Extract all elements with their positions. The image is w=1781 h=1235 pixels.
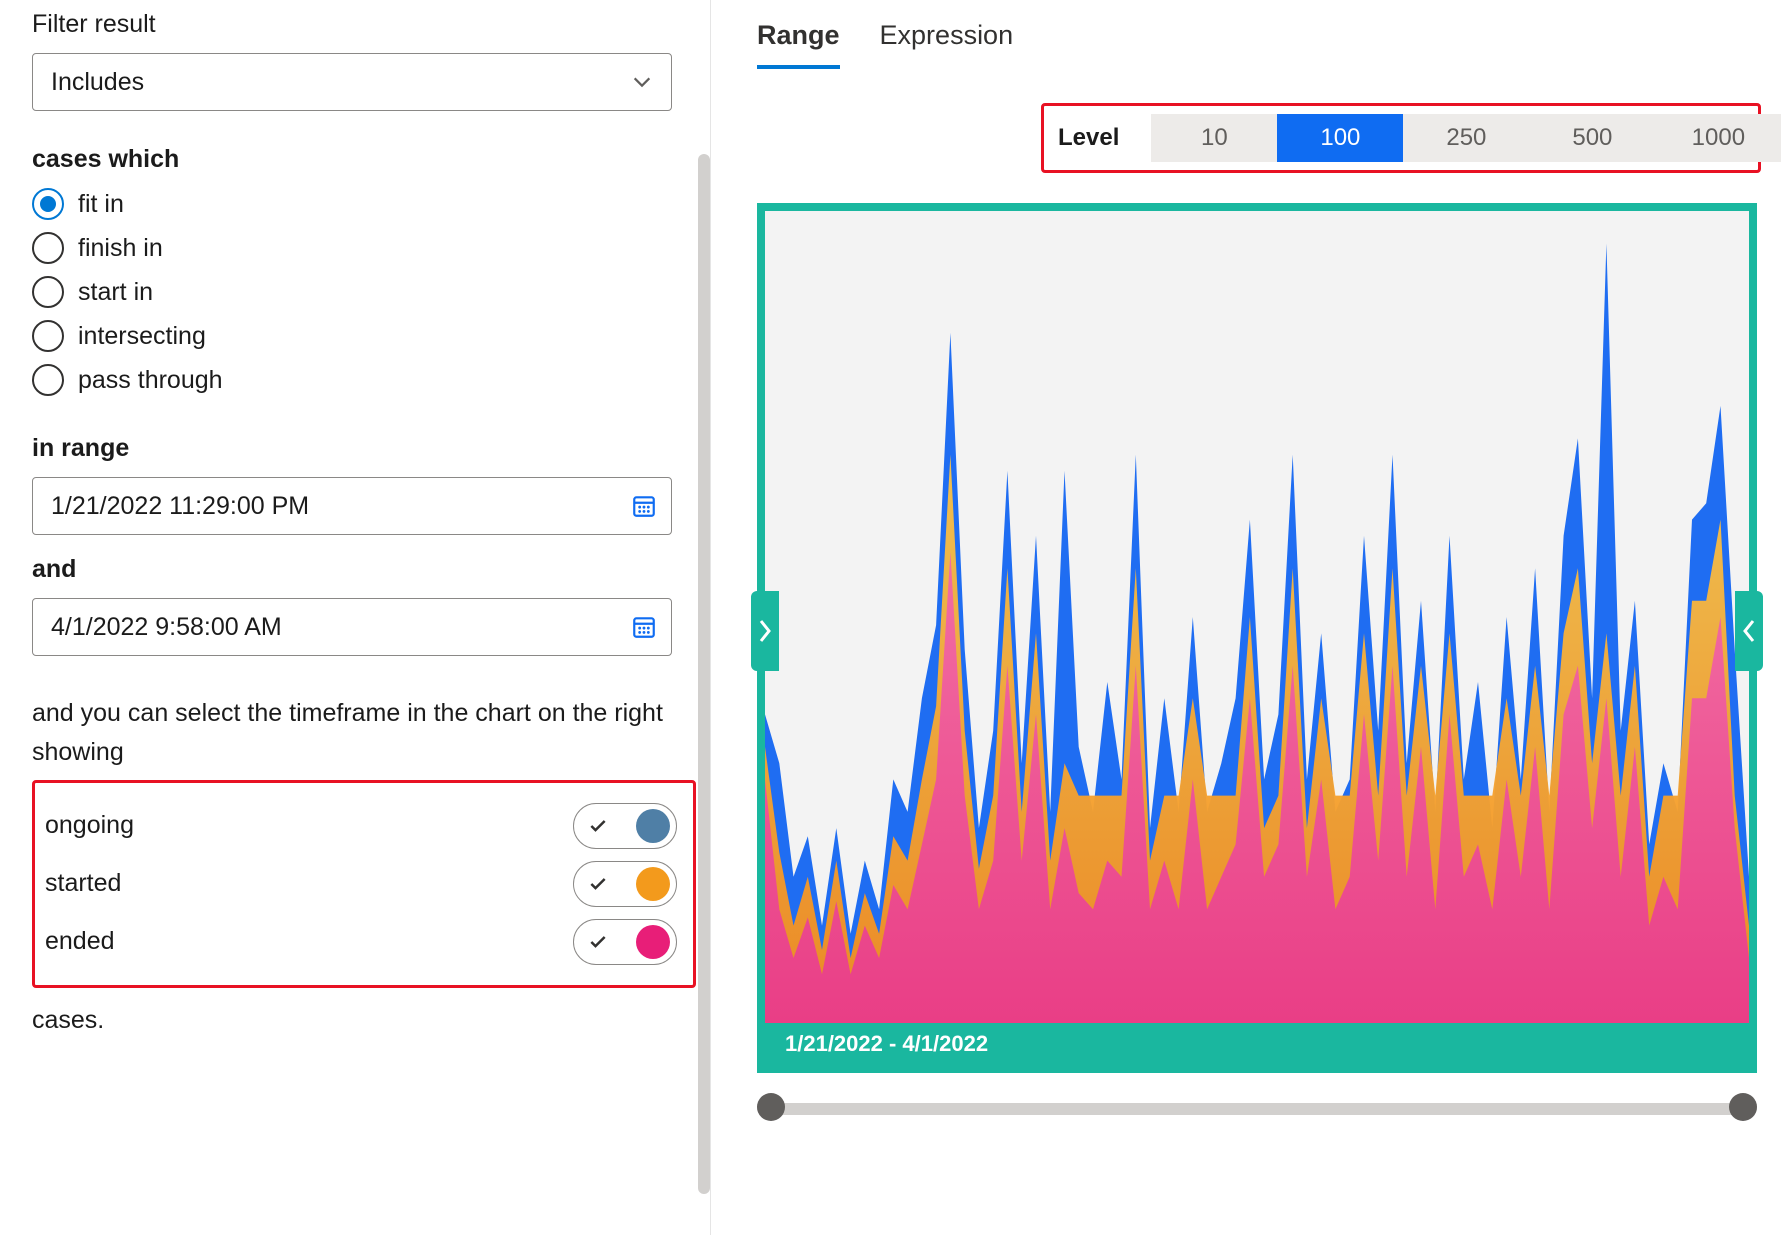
- scrollbar[interactable]: [698, 154, 710, 1194]
- check-icon: [588, 816, 608, 836]
- radio-fit-in[interactable]: fit in: [32, 188, 678, 220]
- radio-finish-in[interactable]: finish in: [32, 232, 678, 264]
- from-date-input[interactable]: 1/21/2022 11:29:00 PM: [32, 477, 672, 535]
- radio-label: start in: [78, 278, 153, 307]
- radio-label: fit in: [78, 190, 124, 219]
- radio-icon: [32, 320, 64, 352]
- from-date-value: 1/21/2022 11:29:00 PM: [51, 492, 309, 521]
- toggle-started[interactable]: [573, 861, 677, 907]
- calendar-icon: [631, 493, 657, 519]
- chevron-down-icon: [631, 71, 653, 93]
- range-slider[interactable]: [757, 1093, 1757, 1121]
- level-100[interactable]: 100: [1277, 114, 1403, 162]
- to-date-input[interactable]: 4/1/2022 9:58:00 AM: [32, 598, 672, 656]
- in-range-label: in range: [32, 434, 678, 463]
- level-label: Level: [1058, 124, 1119, 152]
- cases-tail-text: cases.: [32, 1006, 678, 1035]
- filter-result-value: Includes: [51, 68, 144, 97]
- radio-label: pass through: [78, 366, 223, 395]
- to-date-value: 4/1/2022 9:58:00 AM: [51, 613, 282, 642]
- legend-ended-label: ended: [45, 927, 115, 956]
- level-highlight-box: Level 10 100 250 500 1000: [1041, 103, 1761, 173]
- chart-range-label: 1/21/2022 - 4/1/2022: [765, 1023, 1749, 1065]
- chart-handle-left[interactable]: [751, 591, 779, 671]
- legend-started-label: started: [45, 869, 121, 898]
- radio-start-in[interactable]: start in: [32, 276, 678, 308]
- slider-track: [757, 1103, 1757, 1115]
- toggle-knob: [636, 925, 670, 959]
- calendar-icon: [631, 614, 657, 640]
- radio-icon: [32, 188, 64, 220]
- radio-label: intersecting: [78, 322, 206, 351]
- and-label: and: [32, 555, 678, 584]
- slider-thumb-right[interactable]: [1729, 1093, 1757, 1121]
- filter-result-select[interactable]: Includes: [32, 53, 672, 111]
- legend-highlight-box: ongoing started ended: [32, 780, 696, 988]
- level-segmented: 10 100 250 500 1000: [1151, 114, 1781, 162]
- level-500[interactable]: 500: [1529, 114, 1655, 162]
- toggle-ended[interactable]: [573, 919, 677, 965]
- radio-icon: [32, 232, 64, 264]
- hint-text: and you can select the timeframe in the …: [32, 694, 672, 772]
- radio-intersecting[interactable]: intersecting: [32, 320, 678, 352]
- slider-thumb-left[interactable]: [757, 1093, 785, 1121]
- toggle-ongoing[interactable]: [573, 803, 677, 849]
- chart-handle-right[interactable]: [1735, 591, 1763, 671]
- chart-canvas: [765, 211, 1749, 1065]
- level-250[interactable]: 250: [1403, 114, 1529, 162]
- radio-icon: [32, 364, 64, 396]
- tab-expression[interactable]: Expression: [880, 20, 1014, 69]
- timeframe-chart[interactable]: 1/21/2022 - 4/1/2022: [757, 203, 1757, 1073]
- radio-label: finish in: [78, 234, 163, 263]
- radio-pass-through[interactable]: pass through: [32, 364, 678, 396]
- radio-icon: [32, 276, 64, 308]
- check-icon: [588, 874, 608, 894]
- check-icon: [588, 932, 608, 952]
- filter-result-label: Filter result: [32, 10, 678, 39]
- cases-which-label: cases which: [32, 145, 678, 174]
- legend-ongoing-label: ongoing: [45, 811, 134, 840]
- tabs: Range Expression: [757, 20, 1761, 69]
- toggle-knob: [636, 867, 670, 901]
- toggle-knob: [636, 809, 670, 843]
- tab-range[interactable]: Range: [757, 20, 840, 69]
- level-10[interactable]: 10: [1151, 114, 1277, 162]
- level-1000[interactable]: 1000: [1655, 114, 1781, 162]
